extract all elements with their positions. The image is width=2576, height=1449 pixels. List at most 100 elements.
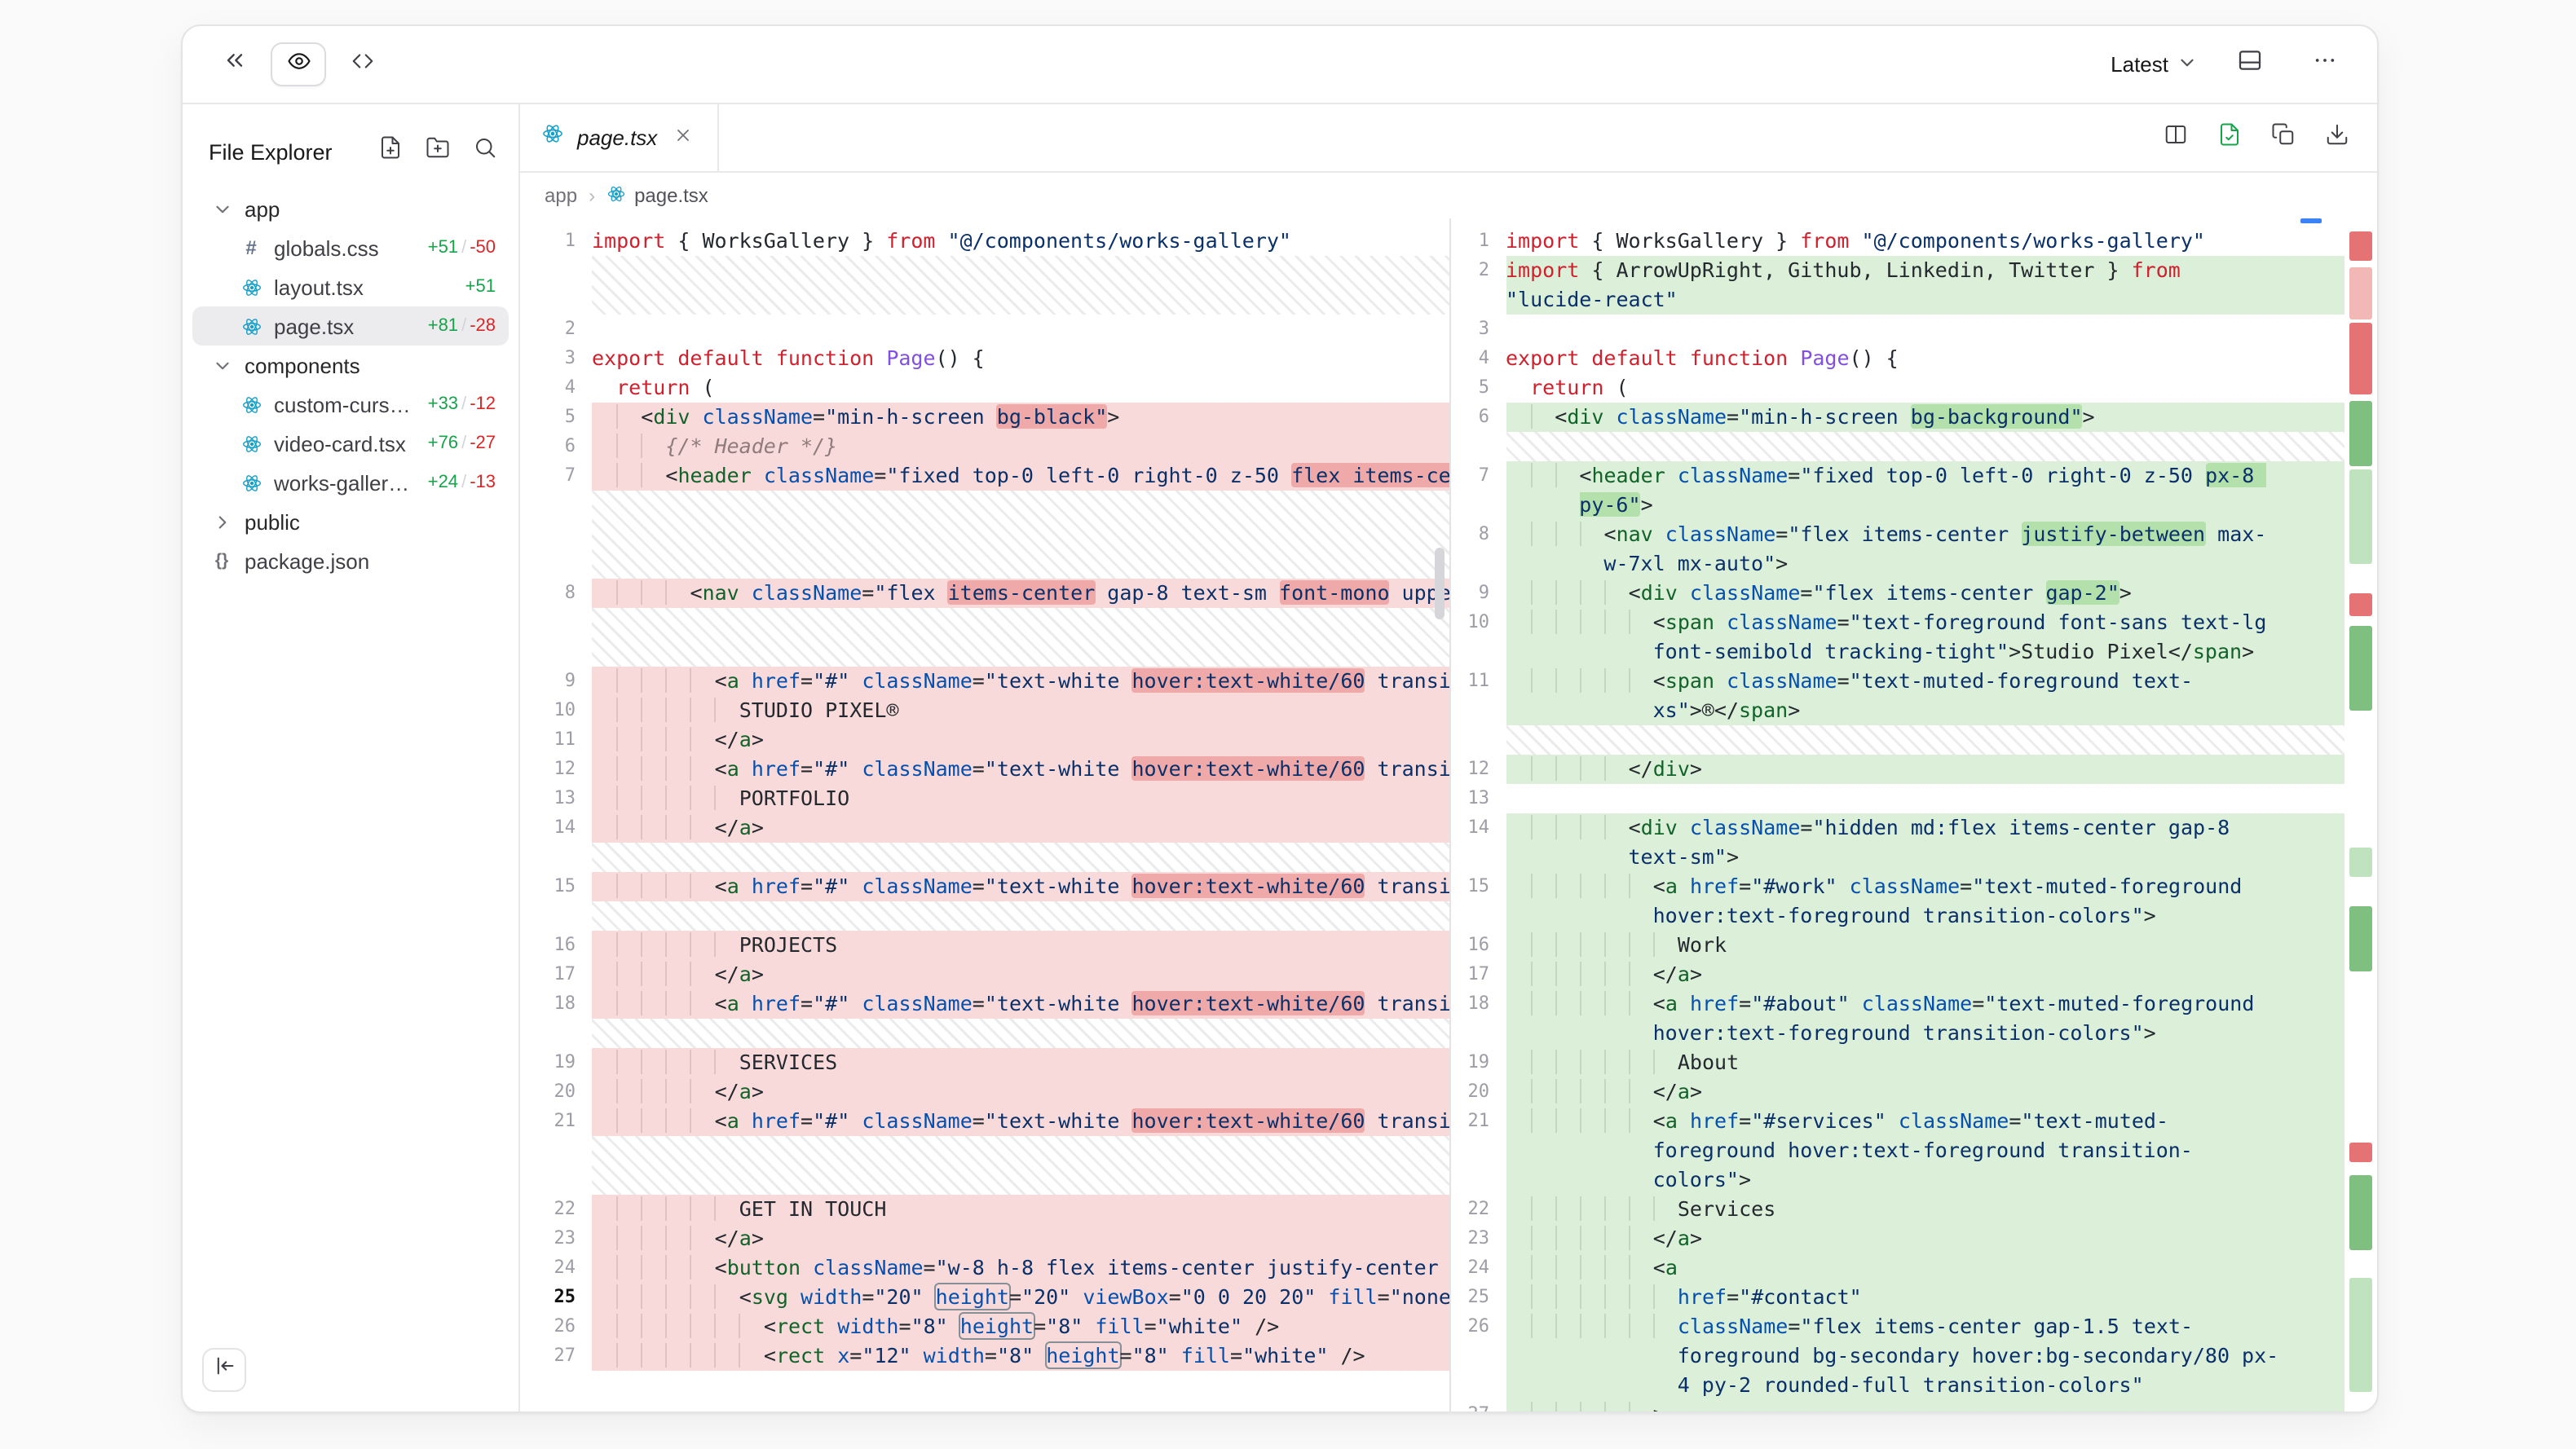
overview-ruler-mark — [2349, 848, 2372, 877]
code-line-right-24[interactable]: 24 <a — [1450, 1253, 2377, 1283]
file-tree-item-layout-tsx[interactable]: layout.tsx+51 — [192, 267, 509, 306]
code-line-left-22[interactable]: 22 GET IN TOUCH — [520, 1195, 1449, 1224]
file-tree-item-public[interactable]: public — [192, 502, 509, 541]
download-button[interactable] — [2322, 117, 2351, 159]
code-line-left-14[interactable]: 14 </a> — [520, 813, 1449, 843]
diff-stats: +76/-27 — [428, 434, 496, 453]
code-line-right-16[interactable]: 16 Work — [1450, 931, 2377, 960]
overview-ruler[interactable] — [2349, 222, 2372, 1408]
search-files-button[interactable] — [470, 130, 499, 173]
code-line-left-7[interactable]: 7 <header className="fixed top-0 left-0 … — [520, 461, 1449, 491]
code-line-left-13[interactable]: 13 PORTFOLIO — [520, 784, 1449, 813]
file-tree-item-custom-curs-[interactable]: custom-curs…+33/-12 — [192, 385, 509, 424]
more-options-button[interactable] — [2302, 43, 2348, 86]
file-diff-button[interactable] — [2214, 117, 2243, 159]
code-line-left-25[interactable]: 25 <svg width="20" height="20" viewBox="… — [520, 1283, 1449, 1312]
code-line-right-14[interactable]: 14 <div className="hidden md:flex items-… — [1450, 813, 2377, 872]
code-line-left-20[interactable]: 20 </a> — [520, 1077, 1449, 1107]
line-number: 18 — [1450, 989, 1506, 1048]
code-line-right-20[interactable]: 20 </a> — [1450, 1077, 2377, 1107]
code-line-right-1[interactable]: 1import { WorksGallery } from "@/compone… — [1450, 227, 2377, 256]
panel-layout-button[interactable] — [2227, 43, 2273, 86]
file-tree-item-page-tsx[interactable]: page.tsx+81/-28 — [192, 306, 509, 346]
file-tree-item-package-json[interactable]: {}package.json — [192, 541, 509, 580]
tab-label: page.tsx — [577, 126, 657, 150]
copy-button[interactable] — [2268, 117, 2297, 159]
code-line-left-1[interactable]: 1import { WorksGallery } from "@/compone… — [520, 227, 1449, 256]
code-line-right-21[interactable]: 21 <a href="#services" className="text-m… — [1450, 1107, 2377, 1195]
code-line-left-2[interactable]: 2 — [520, 315, 1449, 344]
code-line-right-27[interactable]: 27 > — [1450, 1400, 2377, 1412]
code-line-right-18[interactable]: 18 <a href="#about" className="text-mute… — [1450, 989, 2377, 1048]
code-line-right-8[interactable]: 8 <nav className="flex items-center just… — [1450, 520, 2377, 579]
file-tree-item-works-galler-[interactable]: works-galler…+24/-13 — [192, 463, 509, 502]
new-file-button[interactable] — [375, 130, 404, 173]
code-line-left-19[interactable]: 19 SERVICES — [520, 1048, 1449, 1077]
code-line-left-27[interactable]: 27 <rect x="12" width="8" height="8" fil… — [520, 1341, 1449, 1371]
code-line-left-21[interactable]: 21 <a href="#" className="text-white hov… — [520, 1107, 1449, 1136]
json-icon: {} — [209, 548, 235, 574]
code-line-left-8[interactable]: 8 <nav className="flex items-center gap-… — [520, 579, 1449, 608]
file-tree-item-app[interactable]: app — [192, 189, 509, 228]
code-line-right-5[interactable]: 5 return ( — [1450, 373, 2377, 403]
breadcrumb-app[interactable]: app — [545, 184, 577, 207]
code-line-left-17[interactable]: 17 </a> — [520, 960, 1449, 989]
split-view-button[interactable] — [2160, 117, 2190, 159]
breadcrumb-file[interactable]: page.tsx — [607, 183, 708, 208]
code-line-right-22[interactable]: 22 Services — [1450, 1195, 2377, 1224]
line-number: 4 — [520, 373, 592, 403]
code-line-left-4[interactable]: 4 return ( — [520, 373, 1449, 403]
code-line-left-3[interactable]: 3export default function Page() { — [520, 344, 1449, 373]
code-line-left-11[interactable]: 11 </a> — [520, 725, 1449, 755]
code-line-left-16[interactable]: 16 PROJECTS — [520, 931, 1449, 960]
code-line-left-5[interactable]: 5 <div className="min-h-screen bg-black"… — [520, 403, 1449, 432]
version-dropdown[interactable]: Latest — [2111, 51, 2198, 77]
chevrons-left-icon — [222, 47, 248, 81]
new-folder-button[interactable] — [422, 130, 452, 173]
line-number: 5 — [520, 403, 592, 432]
tab-close-button[interactable] — [670, 125, 696, 151]
code-line-right-4[interactable]: 4export default function Page() { — [1450, 344, 2377, 373]
code-line-left-24[interactable]: 24 <button className="w-8 h-8 flex items… — [520, 1253, 1449, 1283]
code-line-right-6[interactable]: 6 <div className="min-h-screen bg-backgr… — [1450, 403, 2377, 432]
collapse-panel-button[interactable] — [212, 43, 258, 86]
code-line-right-2[interactable]: 2import { ArrowUpRight, Github, Linkedin… — [1450, 256, 2377, 315]
code-line-right-17[interactable]: 17 </a> — [1450, 960, 2377, 989]
code-line-left-26[interactable]: 26 <rect width="8" height="8" fill="whit… — [520, 1312, 1449, 1341]
preview-toggle-button[interactable] — [271, 42, 326, 86]
code-line-left-15[interactable]: 15 <a href="#" className="text-white hov… — [520, 872, 1449, 901]
line-number: 6 — [1450, 403, 1506, 432]
code-line-right-15[interactable]: 15 <a href="#work" className="text-muted… — [1450, 872, 2377, 931]
code-line-right-12[interactable]: 12 </div> — [1450, 755, 2377, 784]
tab-page-tsx[interactable]: page.tsx — [520, 104, 719, 171]
code-line-left-9[interactable]: 9 <a href="#" className="text-white hove… — [520, 667, 1449, 696]
code-line-right-11[interactable]: 11 <span className="text-muted-foregroun… — [1450, 667, 2377, 725]
code-line-right-9[interactable]: 9 <div className="flex items-center gap-… — [1450, 579, 2377, 608]
code-line-right-3[interactable]: 3 — [1450, 315, 2377, 344]
code-line-right-7[interactable]: 7 <header className="fixed top-0 left-0 … — [1450, 461, 2377, 520]
code-line-right-25[interactable]: 25 href="#contact" — [1450, 1283, 2377, 1312]
code-line-left-23[interactable]: 23 </a> — [520, 1224, 1449, 1253]
line-number: 22 — [520, 1195, 592, 1224]
line-number: 5 — [1450, 373, 1506, 403]
scrollbar-thumb[interactable] — [1434, 548, 1444, 619]
diff-right-pane: 1import { WorksGallery } from "@/compone… — [1449, 218, 2377, 1412]
copy-icon — [2270, 121, 2295, 154]
code-line-left-10[interactable]: 10 STUDIO PIXEL® — [520, 696, 1449, 725]
file-tree-item-globals-css[interactable]: #globals.css+51/-50 — [192, 228, 509, 267]
breadcrumb: app › page.tsx — [520, 173, 2377, 218]
collapsed-region — [1450, 725, 2377, 755]
code-line-right-26[interactable]: 26 className="flex items-center gap-1.5 … — [1450, 1312, 2377, 1400]
code-line-right-19[interactable]: 19 About — [1450, 1048, 2377, 1077]
collapsed-region — [520, 1136, 1449, 1195]
code-line-left-6[interactable]: 6 {/* Header */} — [520, 432, 1449, 461]
code-line-left-12[interactable]: 12 <a href="#" className="text-white hov… — [520, 755, 1449, 784]
code-line-left-18[interactable]: 18 <a href="#" className="text-white hov… — [520, 989, 1449, 1019]
file-tree-item-components[interactable]: components — [192, 346, 509, 385]
code-line-right-23[interactable]: 23 </a> — [1450, 1224, 2377, 1253]
code-view-button[interactable] — [339, 43, 385, 86]
code-line-right-10[interactable]: 10 <span className="text-foreground font… — [1450, 608, 2377, 667]
code-line-right-13[interactable]: 13 — [1450, 784, 2377, 813]
file-tree-item-video-card-tsx[interactable]: video-card.tsx+76/-27 — [192, 424, 509, 463]
collapse-sidebar-button[interactable] — [202, 1348, 246, 1392]
